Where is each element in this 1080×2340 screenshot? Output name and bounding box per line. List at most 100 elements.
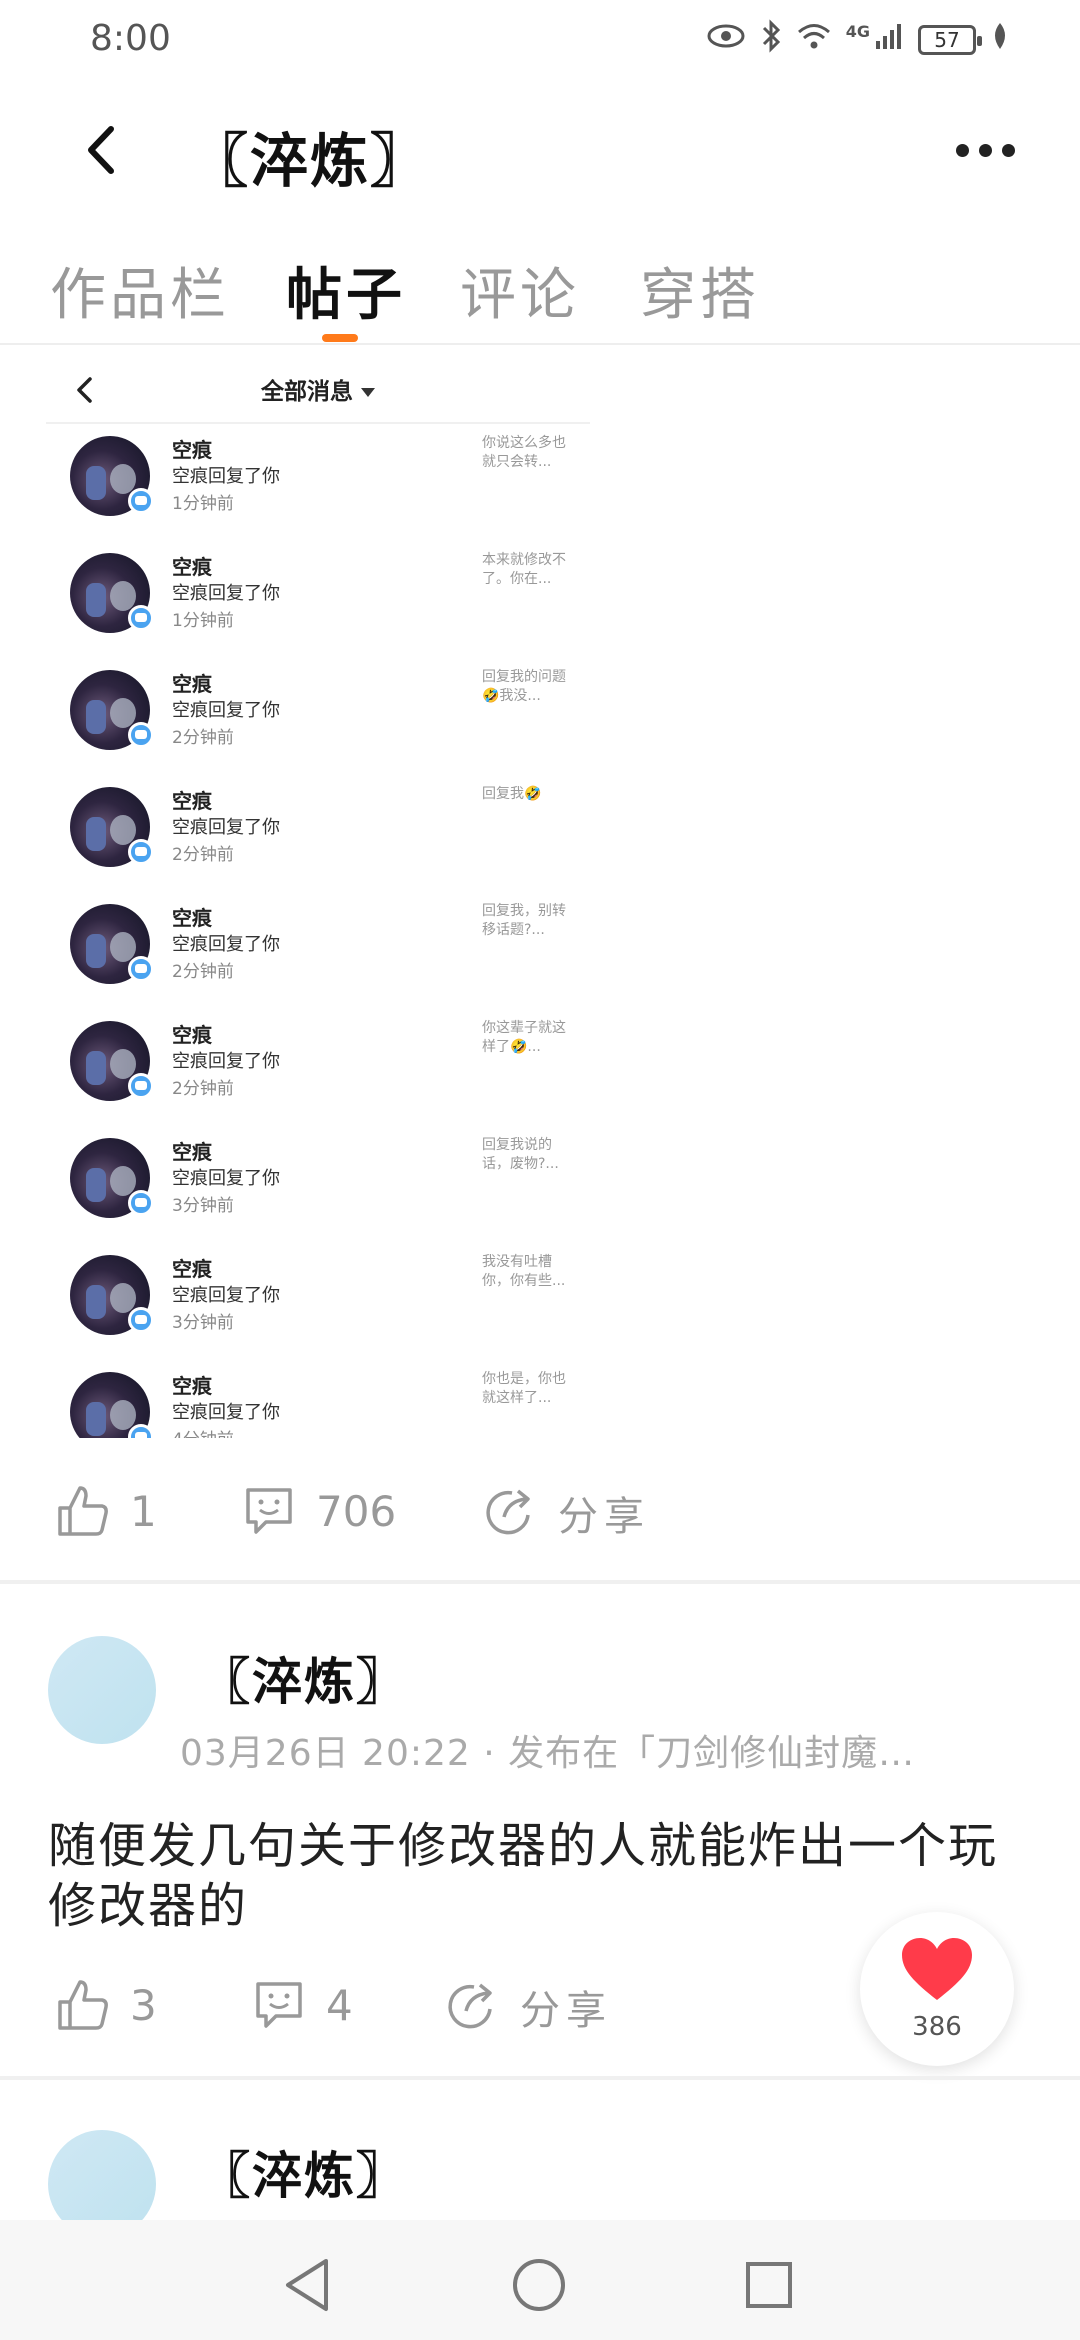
post-divider — [0, 2076, 1080, 2080]
thumbs-up-icon — [58, 1980, 108, 2030]
recents-nav-icon — [746, 2262, 792, 2308]
post-author[interactable]: 〖淬炼〗 — [200, 1642, 408, 1714]
post-action-bar: 1 706 分享 — [0, 1470, 1080, 1560]
list-item: 空痕 空痕回复了你 4分钟前 你也是，你也就这样了... — [46, 1362, 590, 1438]
message-name: 空痕 — [172, 789, 212, 813]
like-count: 1 — [130, 1486, 157, 1536]
post-image[interactable]: 全部消息 空痕 空痕回复了你 1分钟前 你说这么多也就只会转... 空痕 空痕回… — [46, 358, 590, 1438]
message-action: 空痕回复了你 — [172, 817, 280, 838]
comment-badge-icon — [128, 1190, 154, 1216]
message-action: 空痕回复了你 — [172, 1168, 280, 1189]
tab-outfits[interactable]: 穿搭 — [640, 250, 760, 331]
back-nav-icon — [286, 2259, 328, 2311]
home-nav-button[interactable] — [504, 2250, 574, 2320]
message-action: 空痕回复了你 — [172, 1402, 280, 1423]
message-name: 空痕 — [172, 438, 212, 462]
status-time: 8:00 — [90, 18, 171, 59]
message-time: 3分钟前 — [172, 1196, 234, 1216]
message-time: 4分钟前 — [172, 1425, 234, 1438]
message-action: 空痕回复了你 — [172, 1051, 280, 1072]
share-button[interactable]: 分享 — [482, 1484, 650, 1542]
recents-nav-button[interactable] — [734, 2250, 804, 2320]
post-author[interactable]: 〖淬炼〗 — [200, 2136, 408, 2208]
home-nav-icon — [513, 2259, 565, 2311]
comment-badge-icon — [128, 605, 154, 631]
message-snippet: 我没有吐槽你，你有些... — [482, 1254, 566, 1289]
back-nav-button[interactable] — [272, 2250, 342, 2320]
comment-badge-icon — [128, 956, 154, 982]
back-button[interactable] — [60, 110, 140, 190]
system-nav-bar — [0, 2220, 1080, 2340]
post-text[interactable]: 随便发几句关于修改器的人就能炸出一个玩修改器的 — [48, 1816, 1008, 1936]
more-options-button[interactable] — [940, 110, 1030, 190]
list-item: 空痕 空痕回复了你 2分钟前 回复我🤣 — [46, 777, 590, 894]
comment-smile-icon — [246, 1488, 292, 1534]
message-name: 空痕 — [172, 1374, 212, 1398]
message-snippet: 回复我🤣 — [482, 786, 542, 802]
message-snippet: 回复我，别转移话题?... — [482, 903, 566, 938]
list-item: 空痕 空痕回复了你 3分钟前 回复我说的话，废物?... — [46, 1128, 590, 1245]
bluetooth-icon — [760, 19, 782, 61]
comment-count: 706 — [316, 1486, 397, 1536]
message-name: 空痕 — [172, 672, 212, 696]
comment-badge-icon — [128, 839, 154, 865]
heart-icon — [902, 1938, 972, 2000]
tab-works[interactable]: 作品栏 — [50, 250, 230, 331]
comment-badge-icon — [128, 488, 154, 514]
message-action: 空痕回复了你 — [172, 466, 280, 487]
status-bar: 8:00 4G 57 — [0, 0, 1080, 80]
more-dot-icon — [955, 143, 969, 157]
message-time: 1分钟前 — [172, 494, 234, 514]
status-icons: 4G 57 — [706, 18, 1010, 62]
wifi-icon — [796, 21, 832, 59]
comment-badge-icon — [128, 1073, 154, 1099]
comment-badge-icon — [128, 1307, 154, 1333]
caret-down-icon — [361, 388, 375, 397]
post-divider — [0, 1580, 1080, 1584]
eye-icon — [706, 22, 746, 58]
avatar[interactable] — [48, 1636, 156, 1744]
message-snippet: 你也是，你也就这样了... — [482, 1371, 566, 1406]
comment-count: 4 — [326, 1980, 353, 2030]
embedded-message-list: 空痕 空痕回复了你 1分钟前 你说这么多也就只会转... 空痕 空痕回复了你 1… — [46, 426, 590, 1438]
thumbs-up-icon — [58, 1486, 108, 1536]
message-snippet: 你这辈子就这样了🤣... — [482, 1020, 566, 1055]
like-button[interactable]: 3 — [56, 1978, 157, 2032]
list-item: 空痕 空痕回复了你 2分钟前 回复我，别转移话题?... — [46, 894, 590, 1011]
share-button[interactable]: 分享 — [444, 1978, 612, 2036]
message-name: 空痕 — [172, 1257, 212, 1281]
message-snippet: 你说这么多也就只会转... — [482, 435, 566, 470]
post-meta: 03月26日 20:22 · 发布在「刀剑修仙封魔… — [180, 1733, 916, 1774]
tab-comments[interactable]: 评论 — [460, 250, 580, 331]
battery-icon: 57 — [918, 25, 982, 55]
message-action: 空痕回复了你 — [172, 934, 280, 955]
like-button[interactable]: 1 — [56, 1484, 157, 1538]
tab-posts[interactable]: 帖子 — [286, 250, 406, 331]
message-name: 空痕 — [172, 555, 212, 579]
message-action: 空痕回复了你 — [172, 700, 280, 721]
message-name: 空痕 — [172, 1140, 212, 1164]
comment-smile-icon — [256, 1982, 302, 2028]
message-snippet: 本来就修改不了。你在... — [482, 552, 566, 587]
message-action: 空痕回复了你 — [172, 583, 280, 604]
heart-count: 386 — [912, 2012, 962, 2042]
message-snippet: 回复我说的话，废物?... — [482, 1137, 559, 1172]
share-label: 分享 — [558, 1494, 650, 1540]
like-count: 3 — [130, 1980, 157, 2030]
comment-button[interactable]: 706 — [242, 1484, 396, 1538]
embedded-title: 全部消息 — [46, 372, 590, 406]
share-icon — [486, 1489, 530, 1535]
list-item: 空痕 空痕回复了你 2分钟前 你这辈子就这样了🤣... — [46, 1011, 590, 1128]
page-title: 〖淬炼〗 — [190, 127, 431, 195]
active-tab-indicator — [322, 334, 358, 342]
message-time: 1分钟前 — [172, 611, 234, 631]
back-arrow-icon — [88, 126, 114, 174]
comment-button[interactable]: 4 — [252, 1978, 353, 2032]
list-item: 空痕 空痕回复了你 3分钟前 我没有吐槽你，你有些... — [46, 1245, 590, 1362]
network-label: 4G — [845, 21, 870, 41]
heart-fab-button[interactable]: 386 — [860, 1912, 1014, 2066]
message-time: 3分钟前 — [172, 1313, 234, 1333]
message-time: 2分钟前 — [172, 845, 234, 865]
message-name: 空痕 — [172, 906, 212, 930]
profile-tabs: 作品栏 帖子 评论 穿搭 — [0, 240, 1080, 345]
